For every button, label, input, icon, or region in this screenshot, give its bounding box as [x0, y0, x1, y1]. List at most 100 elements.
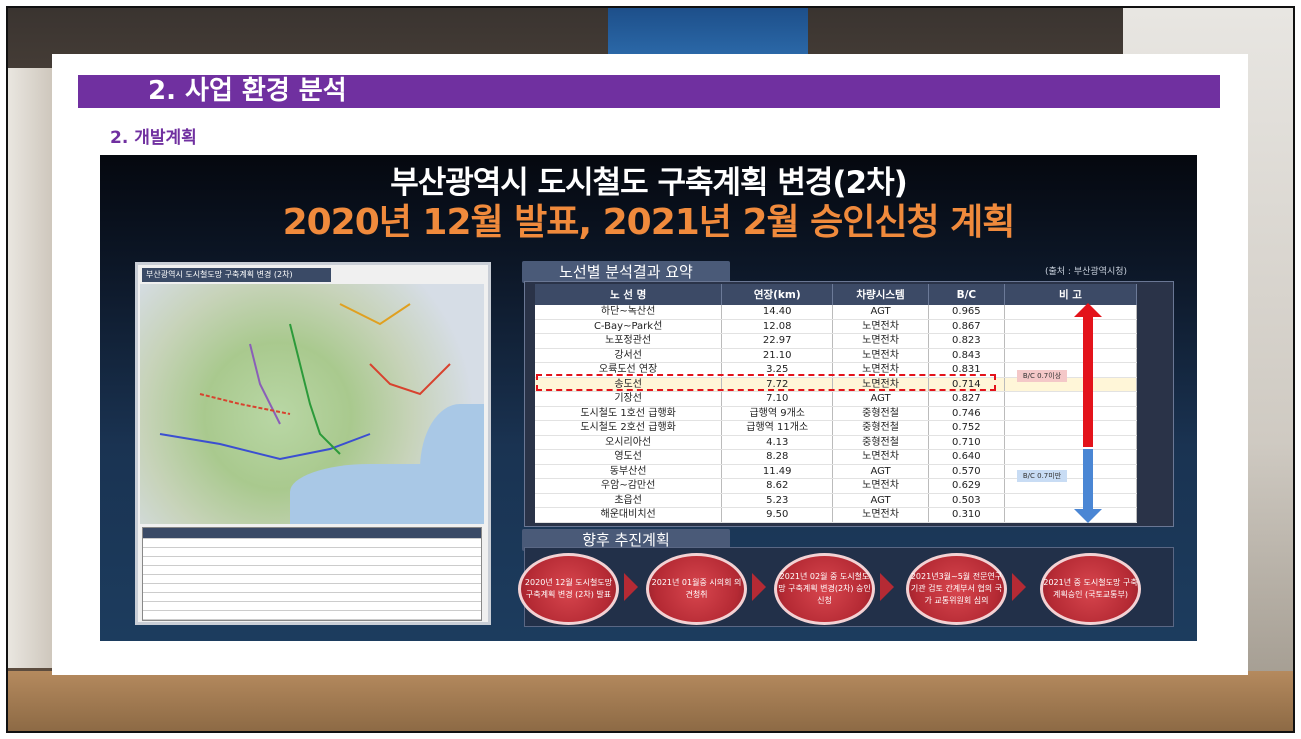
summary-tab: 노선별 분석결과 요약	[522, 261, 730, 283]
cell-bc: 0.710	[928, 435, 1005, 450]
cell-note	[1004, 305, 1138, 320]
cell-length: 14.40	[721, 305, 834, 320]
cell-vehicle: 노면전차	[832, 348, 929, 363]
cell-length: 8.28	[721, 449, 834, 465]
cell-bc: 0.752	[928, 420, 1005, 436]
cell-length: 11.49	[721, 464, 834, 479]
bc-above-tag: B/C 0.7이상	[1017, 370, 1067, 382]
cell-note	[1004, 507, 1138, 523]
arrow-up-bar	[1083, 316, 1093, 447]
cell-bc: 0.503	[928, 493, 1005, 508]
chevron-right-icon	[752, 573, 766, 601]
cell-route: 해운대비치선	[535, 507, 723, 523]
route-lines	[159, 303, 451, 461]
slide-headline: 2020년 12월 발표, 2021년 2월 승인신청 계획	[282, 202, 1016, 243]
cell-note	[1004, 449, 1138, 465]
table-row: C-Bay~Park선 12.08 노면전차 0.867	[535, 319, 1138, 334]
cell-route: 초읍선	[535, 493, 723, 508]
map-header: 부산광역시 도시철도망 구축계획 변경 (2차)	[142, 268, 331, 282]
cell-note	[1004, 493, 1138, 508]
table-row: 노포정관선 22.97 노면전차 0.823	[535, 333, 1138, 349]
cell-route: 노포정관선	[535, 333, 723, 349]
plan-step: 2021년3월~5월 전문연구기관 검토 간계부서 협의 국가 교통위원회 심의	[906, 553, 1007, 625]
header-note: 비 고	[1004, 284, 1138, 305]
cell-length: 4.13	[721, 435, 834, 450]
plan-step: 2021년 중 도시철도망 구축계획승인 (국토교통부)	[1040, 553, 1141, 625]
table-row: 도시철도 1호선 급행화 급행역 9개소 중형전철 0.746	[535, 406, 1138, 421]
source-note: (출처 : 부산광역시청)	[1045, 267, 1128, 277]
cell-bc: 0.843	[928, 348, 1005, 363]
background-wall-left	[8, 68, 58, 668]
arrow-down-icon	[1074, 509, 1102, 523]
slide-image: 부산광역시 도시철도 구축계획 변경(2차) 2020년 12월 발표, 202…	[100, 155, 1197, 641]
cell-bc: 0.629	[928, 478, 1005, 494]
route-map	[140, 284, 484, 524]
table-row: 도시철도 2호선 급행화 급행역 11개소 중형전철 0.752	[535, 420, 1138, 436]
cell-bc: 0.867	[928, 319, 1005, 334]
cell-route: C-Bay~Park선	[535, 319, 723, 334]
cell-length: 12.08	[721, 319, 834, 334]
cell-length: 5.23	[721, 493, 834, 508]
route-map-panel: 부산광역시 도시철도망 구축계획 변경 (2차)	[135, 262, 491, 625]
cell-route: 영도선	[535, 449, 723, 465]
cell-route: 우암~감만선	[535, 478, 723, 494]
cell-length: 21.10	[721, 348, 834, 363]
cell-route: 강서선	[535, 348, 723, 363]
section-title: 2. 사업 환경 분석	[148, 76, 347, 106]
cell-vehicle: 노면전차	[832, 319, 929, 334]
analysis-table: 노 선 명 연장(km) 차량시스템 B/C 비 고 하단~녹산선 14.40 AG…	[535, 284, 1138, 523]
arrow-up-icon	[1074, 303, 1102, 317]
cell-vehicle: 노면전차	[832, 333, 929, 349]
cell-vehicle: 노면전차	[832, 507, 929, 523]
table-row: 기장선 7.10 AGT 0.827	[535, 391, 1138, 407]
cell-route: 도시철도 1호선 급행화	[535, 406, 723, 421]
table-row: 오시리아선 4.13 중형전철 0.710	[535, 435, 1138, 450]
cell-route: 동부산선	[535, 464, 723, 479]
chevron-right-icon	[1012, 573, 1026, 601]
header-bc: B/C	[928, 284, 1005, 305]
header-route: 노 선 명	[535, 284, 723, 305]
map-legend-table	[142, 527, 482, 621]
cell-vehicle: AGT	[832, 493, 929, 508]
cell-route: 도시철도 2호선 급행화	[535, 420, 723, 436]
arrow-down-bar	[1083, 449, 1093, 509]
cell-vehicle: AGT	[832, 464, 929, 479]
cell-bc: 0.310	[928, 507, 1005, 523]
cell-length: 22.97	[721, 333, 834, 349]
cell-length: 급행역 11개소	[721, 420, 834, 436]
section-subtitle: 2. 개발계획	[110, 128, 197, 148]
plan-step: 2021년 02월 중 도시철도망 구축계획 변경(2차) 승인신청	[774, 553, 875, 625]
cell-note	[1004, 435, 1138, 450]
cell-note	[1004, 319, 1138, 334]
header-vehicle: 차량시스템	[832, 284, 929, 305]
cell-length: 급행역 9개소	[721, 406, 834, 421]
cell-note	[1004, 391, 1138, 407]
cell-vehicle: 노면전차	[832, 449, 929, 465]
chevron-right-icon	[624, 573, 638, 601]
cell-vehicle: 중형전철	[832, 406, 929, 421]
table-row: 초읍선 5.23 AGT 0.503	[535, 493, 1138, 508]
analysis-table-panel: 노 선 명 연장(km) 차량시스템 B/C 비 고 하단~녹산선 14.40 AG…	[524, 281, 1174, 527]
cell-bc: 0.823	[928, 333, 1005, 349]
chevron-right-icon	[880, 573, 894, 601]
cell-vehicle: 중형전철	[832, 435, 929, 450]
cell-bc: 0.570	[928, 464, 1005, 479]
table-row: 해운대비치선 9.50 노면전차 0.310	[535, 507, 1138, 523]
table-row: 강서선 21.10 노면전차 0.843	[535, 348, 1138, 363]
cell-note	[1004, 333, 1138, 349]
cell-vehicle: AGT	[832, 305, 929, 320]
header-length: 연장(km)	[721, 284, 834, 305]
table-row: 영도선 8.28 노면전차 0.640	[535, 449, 1138, 465]
plan-step: 2021년 01월중 시의회 의견청취	[646, 553, 747, 625]
cell-vehicle: AGT	[832, 391, 929, 407]
cell-bc: 0.746	[928, 406, 1005, 421]
cell-note	[1004, 406, 1138, 421]
cell-length: 9.50	[721, 507, 834, 523]
bc-below-tag: B/C 0.7미만	[1017, 470, 1067, 482]
plan-step: 2020년 12월 도시철도망 구축계획 변경 (2차) 발표	[518, 553, 619, 625]
cell-bc: 0.827	[928, 391, 1005, 407]
table-header-row: 노 선 명 연장(km) 차량시스템 B/C 비 고	[535, 284, 1138, 305]
table-row: 하단~녹산선 14.40 AGT 0.965	[535, 305, 1138, 320]
cell-length: 7.10	[721, 391, 834, 407]
cell-vehicle: 노면전차	[832, 478, 929, 494]
